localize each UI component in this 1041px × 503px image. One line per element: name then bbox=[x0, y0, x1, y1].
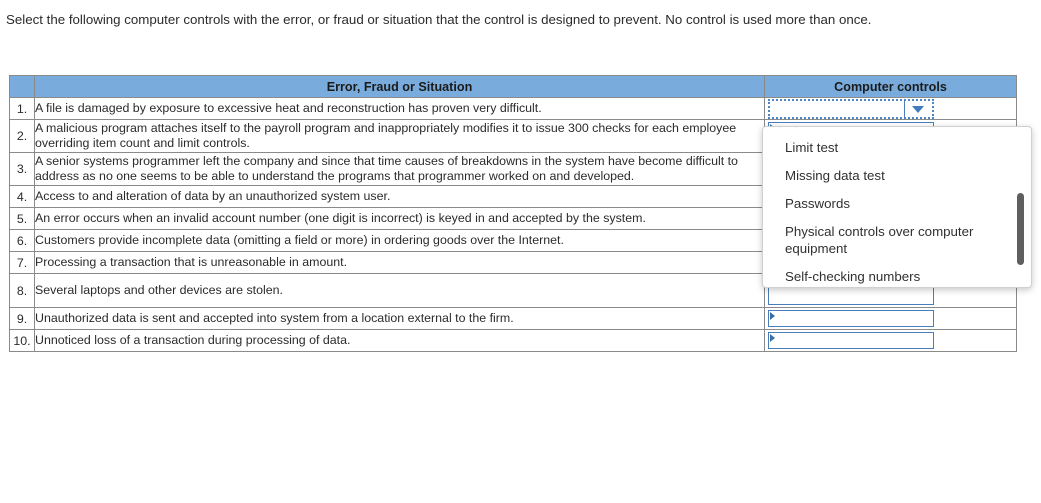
table-header-row: Error, Fraud or Situation Computer contr… bbox=[9, 75, 1017, 98]
column-header-situation: Error, Fraud or Situation bbox=[34, 75, 765, 98]
table-row: 10. Unnoticed loss of a transaction duri… bbox=[9, 329, 1017, 352]
row-situation: Several laptops and other devices are st… bbox=[34, 273, 765, 308]
row-control-cell[interactable] bbox=[764, 97, 1017, 120]
control-select-1-open[interactable] bbox=[768, 99, 934, 119]
row-number: 10. bbox=[9, 329, 35, 352]
dropdown-option-self-checking-numbers[interactable]: Self-checking numbers bbox=[763, 265, 1031, 287]
table-row: 9. Unauthorized data is sent and accepte… bbox=[9, 307, 1017, 330]
row-number: 7. bbox=[9, 251, 35, 274]
control-options-dropdown[interactable]: Limit test Missing data test Passwords P… bbox=[762, 126, 1032, 288]
row-situation: Processing a transaction that is unreaso… bbox=[34, 251, 765, 274]
instruction-text: Select the following computer controls w… bbox=[6, 12, 872, 27]
row-number: 6. bbox=[9, 229, 35, 252]
dropdown-option-list: Limit test Missing data test Passwords P… bbox=[763, 127, 1031, 287]
dropdown-option-missing-data-test[interactable]: Missing data test bbox=[763, 164, 1031, 187]
control-select-9[interactable] bbox=[768, 310, 934, 327]
dropdown-scrollbar-thumb[interactable] bbox=[1017, 193, 1024, 265]
dropdown-option-physical-controls[interactable]: Physical controls over computer equipmen… bbox=[763, 220, 1031, 260]
row-situation: Customers provide incomplete data (omitt… bbox=[34, 229, 765, 252]
row-situation: Unauthorized data is sent and accepted i… bbox=[34, 307, 765, 330]
row-control-cell[interactable] bbox=[764, 307, 1017, 330]
play-marker-icon bbox=[770, 334, 775, 342]
row-situation: Unnoticed loss of a transaction during p… bbox=[34, 329, 765, 352]
row-situation: An error occurs when an invalid account … bbox=[34, 207, 765, 230]
row-situation: A file is damaged by exposure to excessi… bbox=[34, 97, 765, 120]
row-number: 1. bbox=[9, 97, 35, 120]
column-header-controls: Computer controls bbox=[764, 75, 1017, 98]
row-control-cell[interactable] bbox=[764, 329, 1017, 352]
play-marker-icon bbox=[770, 312, 775, 320]
chevron-down-icon[interactable] bbox=[912, 106, 924, 113]
row-situation: A senior systems programmer left the com… bbox=[34, 152, 765, 186]
row-number: 8. bbox=[9, 273, 35, 308]
table-row: 1. A file is damaged by exposure to exce… bbox=[9, 97, 1017, 120]
row-number: 9. bbox=[9, 307, 35, 330]
control-select-10[interactable] bbox=[768, 332, 934, 349]
column-header-number bbox=[9, 75, 35, 98]
row-number: 3. bbox=[9, 152, 35, 186]
dropdown-option-limit-test[interactable]: Limit test bbox=[763, 136, 1031, 159]
dropdown-notch bbox=[780, 127, 797, 128]
row-number: 5. bbox=[9, 207, 35, 230]
row-number: 4. bbox=[9, 185, 35, 208]
dropdown-scrollbar[interactable] bbox=[1017, 137, 1024, 277]
dropdown-option-passwords[interactable]: Passwords bbox=[763, 192, 1031, 215]
row-situation: A malicious program attaches itself to t… bbox=[34, 119, 765, 153]
row-number: 2. bbox=[9, 119, 35, 153]
select-divider bbox=[904, 101, 905, 117]
row-situation: Access to and alteration of data by an u… bbox=[34, 185, 765, 208]
